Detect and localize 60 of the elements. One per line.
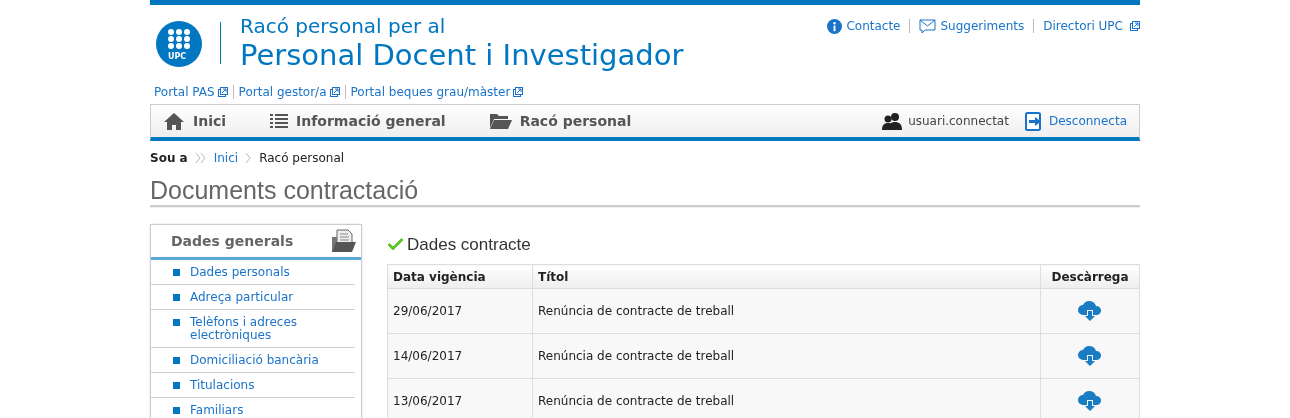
header-link[interactable]: Suggeriments [940,19,1025,33]
square-bullet-icon [173,357,180,364]
cloud-download-icon[interactable] [1077,388,1103,411]
site-subtitle: Racó personal per al [240,13,447,38]
list-icon [270,114,289,128]
nav-link[interactable]: Informació general [296,113,446,129]
section-title: Dades contracte [407,235,531,255]
sidebar-title: Dades generals [171,233,294,249]
table-cell: Renúncia de contracte de treball [532,333,1041,379]
breadcrumb-current: Racó personal [259,151,345,165]
header-link[interactable]: Directori UPC [1043,19,1123,33]
square-bullet-icon [173,382,180,389]
logo-icon [156,20,202,67]
folder-icon [489,113,512,129]
table-cell: Renúncia de contracte de treball [532,378,1041,418]
table-cell: 13/06/2017 [387,378,533,418]
breadcrumb-label: Sou a [150,151,188,165]
table-cell: 14/06/2017 [387,333,533,379]
sidebar-link[interactable]: Adreça particular [190,291,294,304]
sidebar-link[interactable]: Dades personals [190,266,290,279]
envelope-icon [919,18,937,34]
users-icon [882,112,903,130]
header-link[interactable]: Contacte [846,19,901,33]
logout-link[interactable]: Desconnecta [1048,114,1127,128]
table-cell: Renúncia de contracte de treball [532,288,1041,334]
portal-link[interactable]: Portal gestor/a [238,85,327,99]
home-icon [163,112,185,130]
document-folder-icon [331,229,357,253]
square-bullet-icon [173,294,180,301]
sidebar-link[interactable]: Familiars [190,404,244,417]
table-cell: 29/06/2017 [387,288,533,334]
nav-link[interactable]: Racó personal [519,113,632,129]
external-link-icon [1130,21,1140,31]
chevron-icon [245,152,253,164]
sidebar-link[interactable]: Telèfons i adreces electròniques [190,316,351,342]
external-link-icon [329,87,340,97]
sidebar-link[interactable]: Titulacions [190,379,255,392]
page-title: Documents contractació [150,175,1140,207]
cloud-download-icon[interactable] [1077,343,1103,366]
column-header: Títol [532,264,1041,289]
portal-link[interactable]: Portal PAS [154,85,215,99]
info-icon [827,18,843,34]
cloud-download-icon[interactable] [1077,298,1103,321]
double-chevron-icon [194,152,207,164]
external-link-icon [513,87,524,97]
square-bullet-icon [173,319,180,326]
logout-icon [1024,111,1043,131]
square-bullet-icon [173,407,180,414]
logo-text: UPC [168,52,187,61]
checkmark-icon [387,238,404,252]
external-link-icon [217,87,228,97]
nav-link[interactable]: Inici [193,113,227,129]
column-header: Descàrrega [1040,264,1140,289]
column-header: Data vigència [387,264,533,289]
site-title: Personal Docent i Investigador [240,37,684,72]
portal-link[interactable]: Portal beques grau/màster [350,85,511,99]
square-bullet-icon [173,269,180,276]
sidebar-link[interactable]: Domiciliació bancària [190,354,319,367]
breadcrumb-link[interactable]: Inici [213,151,239,165]
user-name: usuari.connectat [908,114,1009,128]
